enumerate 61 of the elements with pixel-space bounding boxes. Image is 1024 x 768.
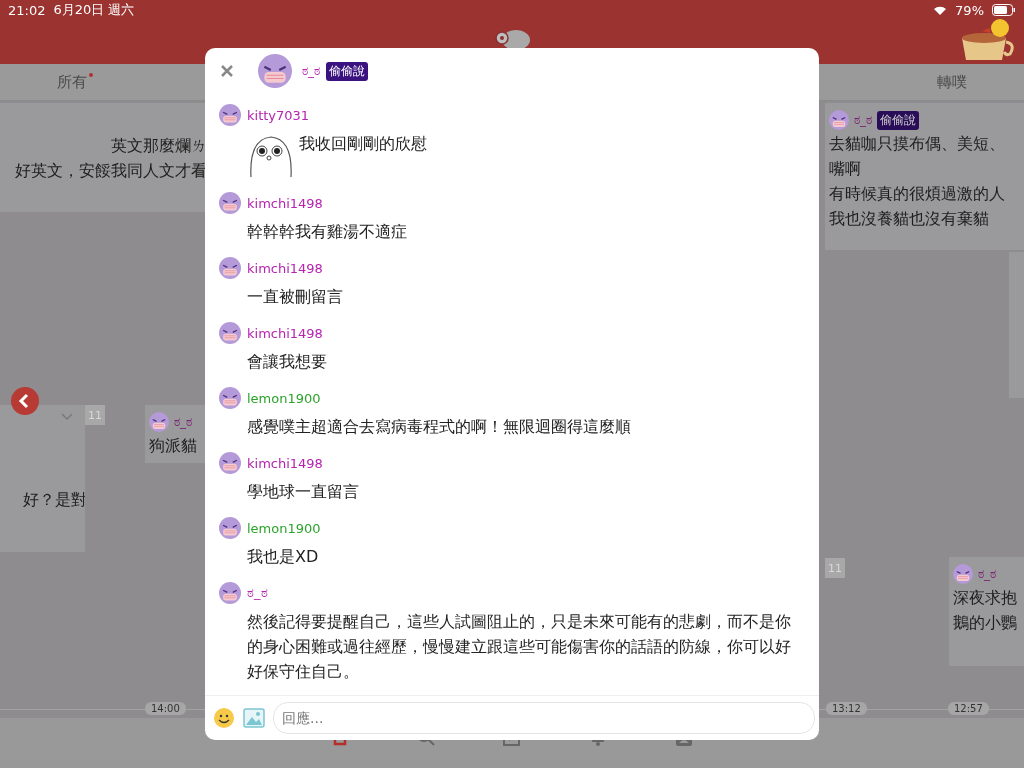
post-text: 英文那麼爛ㄌ [110,135,205,157]
username: ಠ_ಠ [174,415,192,429]
timeline-time: 13:12 [826,702,867,715]
post-card[interactable]: ಠ_ಠ 深夜求抱 鵝的小鸚 [949,557,1024,666]
clock-time: 21:02 [8,2,46,18]
battery-percent: 79% [955,2,984,18]
battery-icon [992,4,1016,16]
masked-avatar [219,517,241,539]
masked-avatar [953,564,973,584]
response-text: 我收回剛剛的欣慰 [299,133,427,155]
post-text: 鵝的小鸚 [953,612,1018,634]
username: ಠ_ಠ [978,567,996,581]
response-text: 一直被刪留言 [247,286,343,308]
tab[interactable]: 轉噗 [935,64,969,100]
ghost-sticker-icon [247,133,295,179]
post-text: 狗派貓 [149,435,198,457]
response-text: 會讓我想要 [247,351,327,373]
response-text: 感覺噗主超適合去寫病毒程式的啊！無限迴圈得這麼順 [247,416,631,438]
username[interactable]: ಠ_ಠ [302,64,320,78]
whisper-badge: 偷偷說 [326,61,368,81]
timeline-time: 14:00 [145,702,186,715]
back-arrow-button[interactable] [11,387,39,415]
response-text: 學地球一直留言 [247,481,359,503]
close-icon[interactable] [220,64,234,78]
post-text: 深夜求抱 [953,587,1018,609]
tab[interactable]: 所有 [55,64,89,100]
masked-avatar [149,412,169,432]
timeline-time: 12:57 [948,702,989,715]
post-text: 去貓咖只摸布偶、美短、 [829,133,1006,155]
reply-input[interactable]: 回應... [273,702,815,734]
username[interactable]: kitty7031 [247,107,310,123]
username[interactable]: lemon1900 [247,390,321,406]
masked-avatar [219,322,241,344]
masked-avatar [219,387,241,409]
post-text: 有時候真的很煩過激的人 [829,183,1006,205]
masked-avatar [219,192,241,214]
post-text: 嘴啊 [829,158,862,180]
username[interactable]: kimchi1498 [247,260,323,276]
username[interactable]: kimchi1498 [247,195,323,211]
masked-avatar [219,452,241,474]
username[interactable]: ಠ_ಠ [247,585,268,601]
username[interactable]: kimchi1498 [247,325,323,341]
post-text: 我也沒養貓也沒有棄貓 [829,208,990,230]
date-text: 6月20日 週六 [53,1,135,19]
response-text: 幹幹幹我有雞湯不適症 [247,221,407,243]
post-card[interactable]: ಠ_ಠ 狗派貓 [145,405,205,463]
wifi-icon [933,4,948,16]
whisper-badge: 偷偷說 [877,110,919,130]
response-text: 我也是XD [247,546,319,568]
username: ಠ_ಠ [854,113,872,127]
username[interactable]: kimchi1498 [247,455,323,471]
post-card[interactable]: ಠ_ಠ 偷偷說 去貓咖只摸布偶、美短、 嘴啊 有時候真的很煩過激的人 我也沒養貓也沒有棄貓 [825,103,1024,250]
masked-avatar [258,54,292,88]
username[interactable]: lemon1900 [247,520,321,536]
masked-avatar [219,104,241,126]
response-text: 然後記得要提醒自己，這些人試圖阻止的，只是未來可能有的悲劇，而不是你的身心困難或過往經歷，慢慢建立跟這些可能傷害你的話語的防線，你可以好好保守住自己。 [247,611,792,683]
masked-avatar [219,582,241,604]
masked-avatar [219,257,241,279]
smiley-icon[interactable] [213,707,235,729]
masked-avatar [829,110,849,130]
image-icon[interactable] [243,707,265,729]
